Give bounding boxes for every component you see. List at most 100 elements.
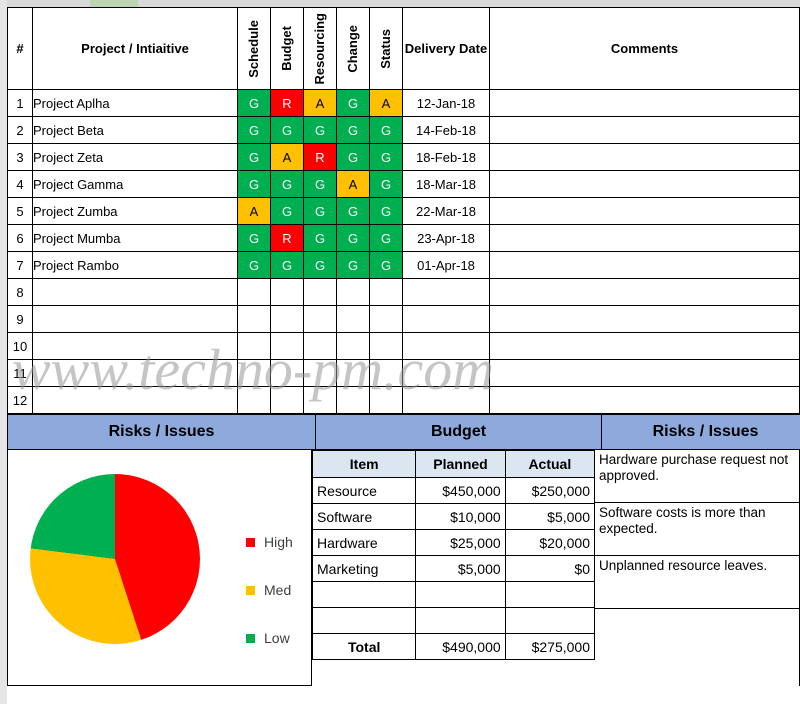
- rag-cell-resourcing[interactable]: A: [303, 89, 337, 117]
- header-budget[interactable]: Budget: [270, 7, 304, 90]
- budget-item-cell[interactable]: [311, 581, 417, 608]
- budget-header-item[interactable]: Item: [311, 450, 417, 478]
- rag-cell-schedule[interactable]: G: [237, 251, 271, 279]
- budget-row[interactable]: [311, 581, 596, 608]
- project-name-cell[interactable]: [32, 278, 238, 306]
- rag-cell-budget[interactable]: [270, 332, 304, 360]
- rag-cell-change[interactable]: G: [336, 143, 370, 171]
- rag-cell-schedule[interactable]: [237, 359, 271, 387]
- project-name-cell[interactable]: Project Rambo: [32, 251, 238, 279]
- rag-cell-schedule[interactable]: G: [237, 89, 271, 117]
- delivery-date-cell[interactable]: [402, 278, 490, 306]
- rag-cell-resourcing[interactable]: G: [303, 170, 337, 198]
- rag-cell-status[interactable]: G: [369, 197, 403, 225]
- delivery-date-cell[interactable]: 01-Apr-18: [402, 251, 490, 279]
- rag-cell-budget[interactable]: G: [270, 116, 304, 144]
- budget-item-cell[interactable]: Marketing: [311, 555, 417, 582]
- header-status[interactable]: Status: [369, 7, 403, 90]
- rag-cell-change[interactable]: [336, 278, 370, 306]
- risk-item[interactable]: Hardware purchase request not approved.: [595, 450, 799, 503]
- risk-item[interactable]: Software costs is more than expected.: [595, 503, 799, 556]
- rag-cell-budget[interactable]: G: [270, 197, 304, 225]
- budget-planned-cell[interactable]: $25,000: [415, 529, 506, 556]
- rag-cell-status[interactable]: [369, 359, 403, 387]
- project-name-cell[interactable]: Project Beta: [32, 116, 238, 144]
- rag-cell-resourcing[interactable]: G: [303, 116, 337, 144]
- budget-planned-cell[interactable]: $10,000: [415, 503, 506, 530]
- rag-cell-status[interactable]: [369, 305, 403, 333]
- project-name-cell[interactable]: [32, 332, 238, 360]
- rag-cell-change[interactable]: G: [336, 116, 370, 144]
- rag-cell-status[interactable]: G: [369, 170, 403, 198]
- table-row[interactable]: 11: [7, 359, 800, 387]
- section-title-risks-right[interactable]: Risks / Issues: [601, 414, 800, 450]
- header-change[interactable]: Change: [336, 7, 370, 90]
- comment-cell[interactable]: [489, 224, 800, 252]
- rag-cell-change[interactable]: A: [336, 170, 370, 198]
- rag-cell-budget[interactable]: [270, 359, 304, 387]
- budget-actual-cell[interactable]: [504, 607, 596, 634]
- rag-cell-status[interactable]: [369, 332, 403, 360]
- table-row[interactable]: 8: [7, 278, 800, 306]
- rag-cell-budget[interactable]: [270, 278, 304, 306]
- delivery-date-cell[interactable]: 18-Feb-18: [402, 143, 490, 171]
- table-row[interactable]: 4 Project Gamma G G G A G 18-Mar-18: [7, 170, 800, 198]
- rag-cell-resourcing[interactable]: G: [303, 197, 337, 225]
- rag-cell-status[interactable]: A: [369, 89, 403, 117]
- rag-cell-status[interactable]: [369, 278, 403, 306]
- delivery-date-cell[interactable]: [402, 332, 490, 360]
- rag-cell-schedule[interactable]: [237, 278, 271, 306]
- project-name-cell[interactable]: Project Gamma: [32, 170, 238, 198]
- table-row[interactable]: 5 Project Zumba A G G G G 22-Mar-18: [7, 197, 800, 225]
- pie-chart[interactable]: [30, 474, 200, 644]
- rag-cell-resourcing[interactable]: G: [303, 251, 337, 279]
- budget-item-cell[interactable]: Hardware: [311, 529, 417, 556]
- rag-cell-schedule[interactable]: [237, 386, 271, 414]
- comment-cell[interactable]: [489, 197, 800, 225]
- delivery-date-cell[interactable]: 23-Apr-18: [402, 224, 490, 252]
- delivery-date-cell[interactable]: 18-Mar-18: [402, 170, 490, 198]
- comment-cell[interactable]: [489, 359, 800, 387]
- budget-planned-cell[interactable]: [415, 607, 506, 634]
- budget-actual-cell[interactable]: $250,000: [504, 477, 596, 504]
- rag-cell-schedule[interactable]: G: [237, 224, 271, 252]
- project-name-cell[interactable]: [32, 305, 238, 333]
- delivery-date-cell[interactable]: 12-Jan-18: [402, 89, 490, 117]
- comment-cell[interactable]: [489, 332, 800, 360]
- rag-cell-change[interactable]: G: [336, 224, 370, 252]
- budget-header-planned[interactable]: Planned: [415, 450, 506, 478]
- project-name-cell[interactable]: Project Mumba: [32, 224, 238, 252]
- header-schedule[interactable]: Schedule: [237, 7, 271, 90]
- rag-cell-resourcing[interactable]: [303, 359, 337, 387]
- rag-cell-budget[interactable]: G: [270, 170, 304, 198]
- header-comments[interactable]: Comments: [489, 7, 800, 90]
- legend-item[interactable]: Med: [246, 574, 293, 606]
- rag-cell-change[interactable]: G: [336, 197, 370, 225]
- rag-cell-schedule[interactable]: [237, 332, 271, 360]
- rag-cell-budget[interactable]: [270, 386, 304, 414]
- project-name-cell[interactable]: [32, 359, 238, 387]
- table-row[interactable]: 9: [7, 305, 800, 333]
- budget-row[interactable]: [311, 607, 596, 634]
- rag-cell-budget[interactable]: [270, 305, 304, 333]
- rag-cell-schedule[interactable]: G: [237, 116, 271, 144]
- rag-cell-schedule[interactable]: [237, 305, 271, 333]
- rag-cell-budget[interactable]: A: [270, 143, 304, 171]
- project-name-cell[interactable]: Project Aplha: [32, 89, 238, 117]
- table-row[interactable]: 2 Project Beta G G G G G 14-Feb-18: [7, 116, 800, 144]
- rag-cell-change[interactable]: [336, 386, 370, 414]
- budget-actual-cell[interactable]: $5,000: [504, 503, 596, 530]
- budget-row[interactable]: Hardware $25,000 $20,000: [311, 529, 596, 556]
- rag-cell-status[interactable]: G: [369, 143, 403, 171]
- delivery-date-cell[interactable]: [402, 305, 490, 333]
- section-title-budget[interactable]: Budget: [315, 414, 602, 450]
- header-resourcing[interactable]: Resourcing: [303, 7, 337, 90]
- rag-cell-resourcing[interactable]: [303, 332, 337, 360]
- table-row[interactable]: 3 Project Zeta G A R G G 18-Feb-18: [7, 143, 800, 171]
- budget-row[interactable]: Resource $450,000 $250,000: [311, 477, 596, 504]
- project-name-cell[interactable]: [32, 386, 238, 414]
- header-project[interactable]: Project / Intiaitive: [32, 7, 238, 90]
- rag-cell-change[interactable]: [336, 332, 370, 360]
- delivery-date-cell[interactable]: 14-Feb-18: [402, 116, 490, 144]
- header-delivery-date[interactable]: Delivery Date: [402, 7, 490, 90]
